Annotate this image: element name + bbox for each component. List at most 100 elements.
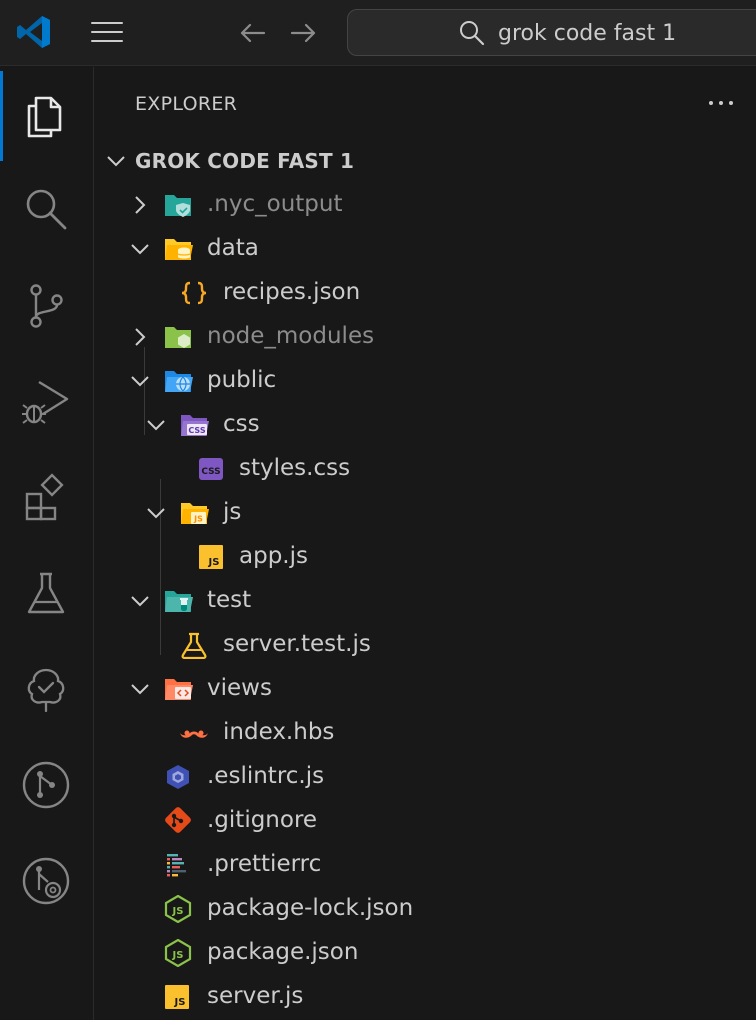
more-actions-icon[interactable] [701, 91, 741, 115]
tree-file-index-hbs[interactable]: index.hbs [95, 711, 756, 755]
tree-file-package-json[interactable]: JS package.json [95, 931, 756, 975]
svg-text:JS: JS [193, 515, 203, 524]
activity-run-debug[interactable] [0, 355, 94, 445]
activity-source-control[interactable] [0, 259, 94, 349]
chevron-right-icon [135, 196, 146, 214]
tree-item-label: server.test.js [223, 631, 371, 657]
chevron-right-icon [135, 328, 146, 346]
tree-file-gitignore[interactable]: .gitignore [95, 799, 756, 843]
pull-request-icon [22, 857, 70, 905]
folder-test-icon [165, 591, 193, 612]
workspace-root[interactable]: GROK CODE FAST 1 [95, 139, 756, 183]
activity-explorer[interactable] [0, 67, 94, 161]
folder-public-globe-icon [165, 371, 193, 392]
tree-file-recipes-json[interactable]: recipes.json [95, 271, 756, 315]
tree-item-label: test [207, 587, 252, 613]
tree-folder-views[interactable]: views [95, 667, 756, 711]
vscode-logo-icon[interactable] [16, 14, 52, 50]
tree-file-eslintrc[interactable]: .eslintrc.js [95, 755, 756, 799]
tree-folder-public[interactable]: public [95, 359, 756, 403]
chevron-down-icon [131, 684, 149, 695]
search-icon [26, 189, 67, 230]
tree-file-prettierrc[interactable]: .prettierrc [95, 843, 756, 887]
tree-item-label: .prettierrc [207, 851, 322, 877]
files-icon [27, 96, 62, 138]
tree-item-label: recipes.json [223, 279, 361, 305]
prettier-icon [167, 854, 186, 877]
menu-icon[interactable] [88, 18, 126, 48]
tree-item-label: index.hbs [223, 719, 335, 745]
tree-item-label: app.js [239, 543, 308, 569]
activity-tree-view[interactable] [0, 643, 94, 733]
tree-folder-css[interactable]: CSS css [95, 403, 756, 447]
tree-file-app-js[interactable]: JS app.js [95, 535, 756, 579]
tree-item-label: .nyc_output [207, 191, 343, 217]
tree-file-package-lock-json[interactable]: JS package-lock.json [95, 887, 756, 931]
tree-file-styles-css[interactable]: CSS styles.css [95, 447, 756, 491]
tree-item-label: .gitignore [207, 807, 318, 833]
forward-arrow-icon[interactable] [286, 16, 320, 50]
source-control-icon [30, 284, 63, 328]
css-file-icon: CSS [199, 458, 223, 480]
git-graph-icon [22, 761, 70, 809]
tree-file-server-js[interactable]: JS server.js [95, 975, 756, 1019]
activity-extensions[interactable] [0, 451, 94, 541]
folder-js-icon: JS [181, 503, 209, 524]
activity-pull-requests[interactable] [0, 835, 94, 925]
svg-text:JS: JS [208, 557, 220, 568]
activity-search[interactable] [0, 163, 94, 253]
chevron-down-icon [131, 596, 149, 607]
beaker-icon [27, 572, 65, 614]
tree-item-label: .eslintrc.js [207, 763, 325, 789]
tree-item-label: data [207, 235, 259, 261]
git-icon [165, 807, 191, 833]
flask-test-icon [181, 632, 207, 659]
tree-folder-node-modules[interactable]: node_modules [95, 315, 756, 359]
tree-item-label: views [207, 675, 272, 701]
folder-node-icon [165, 327, 191, 348]
tree-folder-js[interactable]: JS js [95, 491, 756, 535]
tree-item-label: styles.css [239, 455, 351, 481]
chevron-down-icon [131, 376, 149, 387]
js-file-icon: JS [199, 545, 223, 569]
tree-item-label: node_modules [207, 323, 375, 349]
tree-item-label: package-lock.json [207, 895, 414, 921]
tree-item-label: package.json [207, 939, 359, 965]
file-tree: GROK CODE FAST 1 .nyc_output data recipe… [95, 139, 756, 1019]
activity-bar [0, 67, 94, 1020]
tree-item-label: css [223, 411, 260, 437]
tree-folder-test[interactable]: test [95, 579, 756, 623]
tree-file-server-test-js[interactable]: server.test.js [95, 623, 756, 667]
folder-shield-icon [165, 195, 191, 217]
explorer-sidebar: EXPLORER GROK CODE FAST 1 .nyc_output da… [95, 67, 756, 1020]
search-text: grok code fast 1 [498, 21, 677, 46]
tree-folder-data[interactable]: data [95, 227, 756, 271]
chevron-down-icon [107, 156, 125, 167]
command-center-search[interactable]: grok code fast 1 [347, 9, 756, 56]
js-file-icon: JS [165, 985, 189, 1009]
tree-item-label: js [223, 499, 242, 525]
nodejs-icon: JS [164, 895, 192, 923]
search-icon [460, 21, 485, 46]
svg-text:JS: JS [172, 950, 184, 961]
title-bar: grok code fast 1 [0, 0, 756, 66]
svg-text:CSS: CSS [188, 426, 205, 435]
json-braces-icon [181, 281, 207, 305]
activity-testing[interactable] [0, 547, 94, 637]
svg-text:JS: JS [174, 997, 186, 1008]
activity-git-graph[interactable] [0, 739, 94, 829]
tree-check-icon [27, 668, 65, 713]
tree-item-label: server.js [207, 983, 304, 1009]
explorer-title: EXPLORER [135, 93, 238, 115]
folder-css-icon: CSS [181, 415, 209, 436]
vscode-window: grok code fast 1 EXPLORER GROK CODE FAST… [0, 0, 756, 1020]
workspace-root-label: GROK CODE FAST 1 [135, 149, 355, 173]
chevron-down-icon [131, 244, 149, 255]
tree-folder-nyc-output[interactable]: .nyc_output [95, 183, 756, 227]
svg-text:JS: JS [172, 906, 184, 917]
folder-database-icon [165, 239, 193, 260]
eslint-icon [167, 765, 189, 789]
back-arrow-icon[interactable] [236, 16, 270, 50]
extensions-icon [25, 473, 64, 521]
chevron-down-icon [147, 508, 165, 519]
